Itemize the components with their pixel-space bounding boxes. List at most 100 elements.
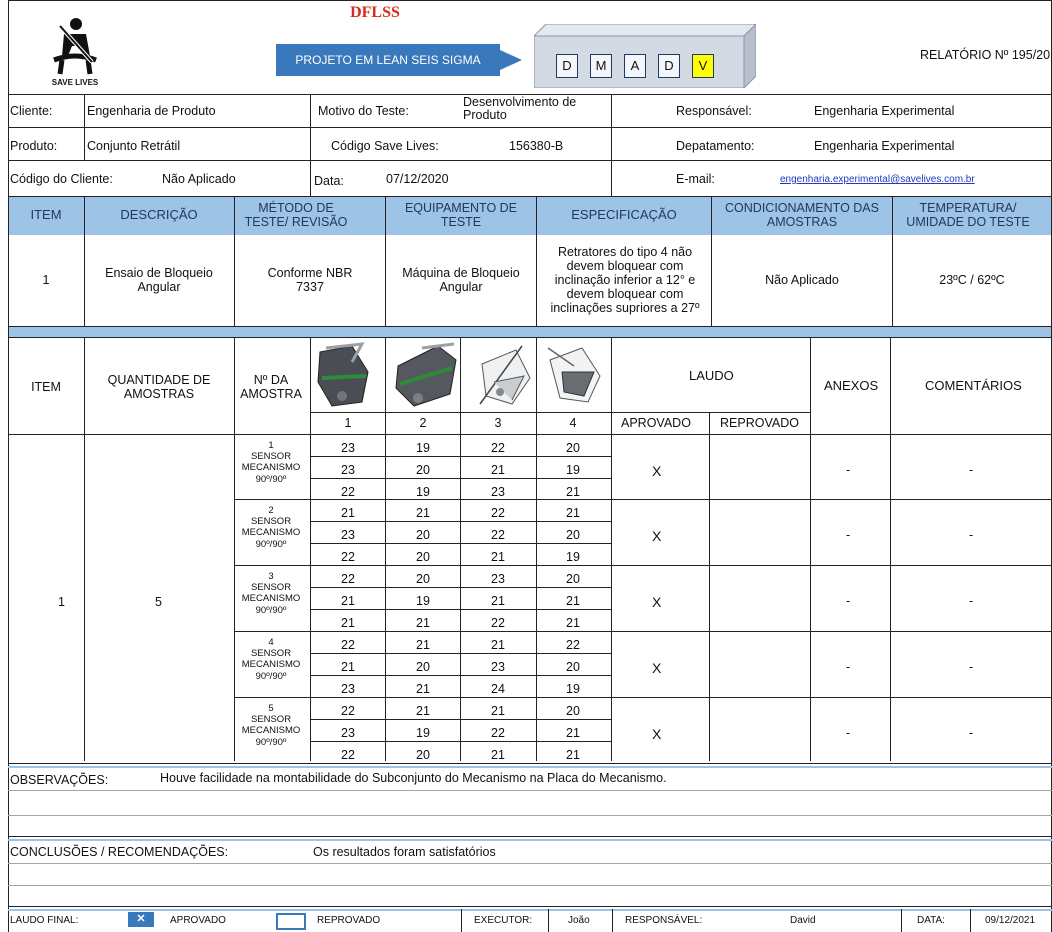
retractor-image-4: [547, 347, 601, 403]
label-motivo: Motivo do Teste:: [318, 104, 409, 118]
aprovado-mark: X: [652, 528, 662, 544]
phase-d2: D: [658, 54, 680, 78]
value-cell: 21: [566, 506, 580, 520]
report-number: RELATÓRIO Nº 195/20: [920, 48, 1051, 62]
sample-angle: 90º/90º: [255, 474, 287, 485]
value-cell: 21: [416, 638, 430, 652]
value-cell: 22: [341, 550, 355, 564]
sample-number: 2: [268, 505, 274, 516]
value-cell: 22: [566, 638, 580, 652]
sample-number: 1: [268, 440, 274, 451]
rh-anexos: ANEXOS: [824, 378, 879, 393]
value-responsavel: Engenharia Experimental: [814, 104, 955, 118]
sample-sensor: SENSOR: [250, 714, 292, 725]
sample-sensor: SENSOR: [250, 582, 292, 593]
value-data: 07/12/2020: [386, 172, 449, 186]
data-footer-value: 09/12/2021: [985, 915, 1036, 926]
rh-n-amostra: Nº DA AMOSTRA: [240, 373, 302, 401]
program-banner: PROJETO EM LEAN SEIS SIGMA: [276, 44, 500, 76]
value-cell: 19: [566, 550, 580, 564]
value-cell: 21: [566, 485, 580, 499]
value-cell: 21: [416, 682, 430, 696]
value-cell: 24: [491, 682, 505, 696]
sample-mecanismo: MECANISMO: [241, 725, 301, 736]
sample-number: 5: [268, 703, 274, 714]
phase-a: A: [624, 54, 646, 78]
value-cell: 22: [491, 726, 505, 740]
label-data: Data:: [314, 174, 344, 188]
value-departamento: Engenharia Experimental: [814, 139, 955, 153]
value-cell: 22: [491, 506, 505, 520]
logo: SAVE LIVES: [40, 16, 110, 94]
value-cell: 21: [566, 726, 580, 740]
value-cell: 20: [416, 748, 430, 762]
sample-sensor: SENSOR: [250, 516, 292, 527]
value-cell: 21: [566, 616, 580, 630]
rh-reprovado: REPROVADO: [720, 416, 799, 430]
value-cell: 19: [566, 463, 580, 477]
executor-label: EXECUTOR:: [474, 915, 533, 926]
label-codigo-save-lives: Código Save Lives:: [331, 139, 439, 153]
anexos-value: -: [846, 594, 851, 608]
rh-laudo: LAUDO: [689, 368, 734, 383]
value-cell: 20: [566, 704, 580, 718]
value-cell: 22: [341, 572, 355, 586]
comentarios-value: -: [969, 594, 974, 608]
aprovado-mark: X: [652, 594, 662, 610]
phase-d1: D: [556, 54, 578, 78]
value-cell: 22: [491, 616, 505, 630]
value-cell: 21: [341, 506, 355, 520]
value-cell: 21: [566, 748, 580, 762]
sample-angle: 90º/90º: [255, 671, 287, 682]
value-cell: 21: [491, 463, 505, 477]
retractor-image-2: [395, 342, 457, 407]
value-cell: 23: [341, 528, 355, 542]
th-especificacao: ESPECIFICAÇÃO: [571, 207, 677, 222]
value-cell: 21: [566, 594, 580, 608]
logo-text: SAVE LIVES: [51, 78, 99, 87]
aprovado-mark: X: [652, 660, 662, 676]
col-label-1: 1: [344, 416, 352, 430]
value-cell: 21: [416, 704, 430, 718]
sample-mecanismo: MECANISMO: [241, 659, 301, 670]
seatbelt-person-icon: [53, 18, 97, 75]
responsavel-footer-label: RESPONSÁVEL:: [625, 915, 703, 926]
value-cell: 23: [491, 572, 505, 586]
reprovado-checkbox[interactable]: [276, 913, 306, 930]
value-cell: 20: [416, 463, 430, 477]
sample-number: 4: [268, 637, 274, 648]
laudo-final-label: LAUDO FINAL:: [10, 915, 79, 926]
comentarios-value: -: [969, 463, 974, 477]
result-quantidade: 5: [155, 595, 162, 609]
executor-value: João: [568, 915, 590, 926]
value-cell: 19: [416, 441, 430, 455]
value-cell: 23: [341, 463, 355, 477]
value-cell: 21: [416, 616, 430, 630]
th-item: ITEM: [30, 207, 62, 222]
value-cell: 19: [416, 726, 430, 740]
value-cell: 20: [416, 528, 430, 542]
label-responsavel: Responsável:: [676, 104, 752, 118]
value-codigo-save-lives: 156380-B: [509, 139, 564, 153]
col-label-2: 2: [419, 416, 427, 430]
value-produto: Conjunto Retrátil: [87, 139, 181, 153]
comentarios-value: -: [969, 726, 974, 740]
value-cell: 20: [416, 550, 430, 564]
rh-comentarios: COMENTÁRIOS: [925, 378, 1022, 393]
value-cell: 22: [341, 704, 355, 718]
comentarios-value: -: [969, 660, 974, 674]
value-motivo: Desenvolvimento de Produto: [463, 95, 577, 122]
label-cliente: Cliente:: [10, 104, 53, 118]
th-temperatura: TEMPERATURA/ UMIDADE DO TESTE: [906, 201, 1030, 229]
value-cell: 21: [341, 616, 355, 630]
value-cell: 20: [416, 572, 430, 586]
label-codigo-cliente: Código do Cliente:: [10, 172, 113, 186]
value-cell: 21: [491, 594, 505, 608]
rh-aprovado: APROVADO: [621, 416, 691, 430]
result-item: 1: [58, 595, 65, 609]
sample-mecanismo: MECANISMO: [241, 593, 301, 604]
email-link[interactable]: engenharia.experimental@savelives.com.br: [780, 174, 975, 185]
value-cell: 23: [491, 660, 505, 674]
sample-number: 3: [268, 571, 274, 582]
aprovado-checkbox[interactable]: ✕: [128, 912, 154, 927]
